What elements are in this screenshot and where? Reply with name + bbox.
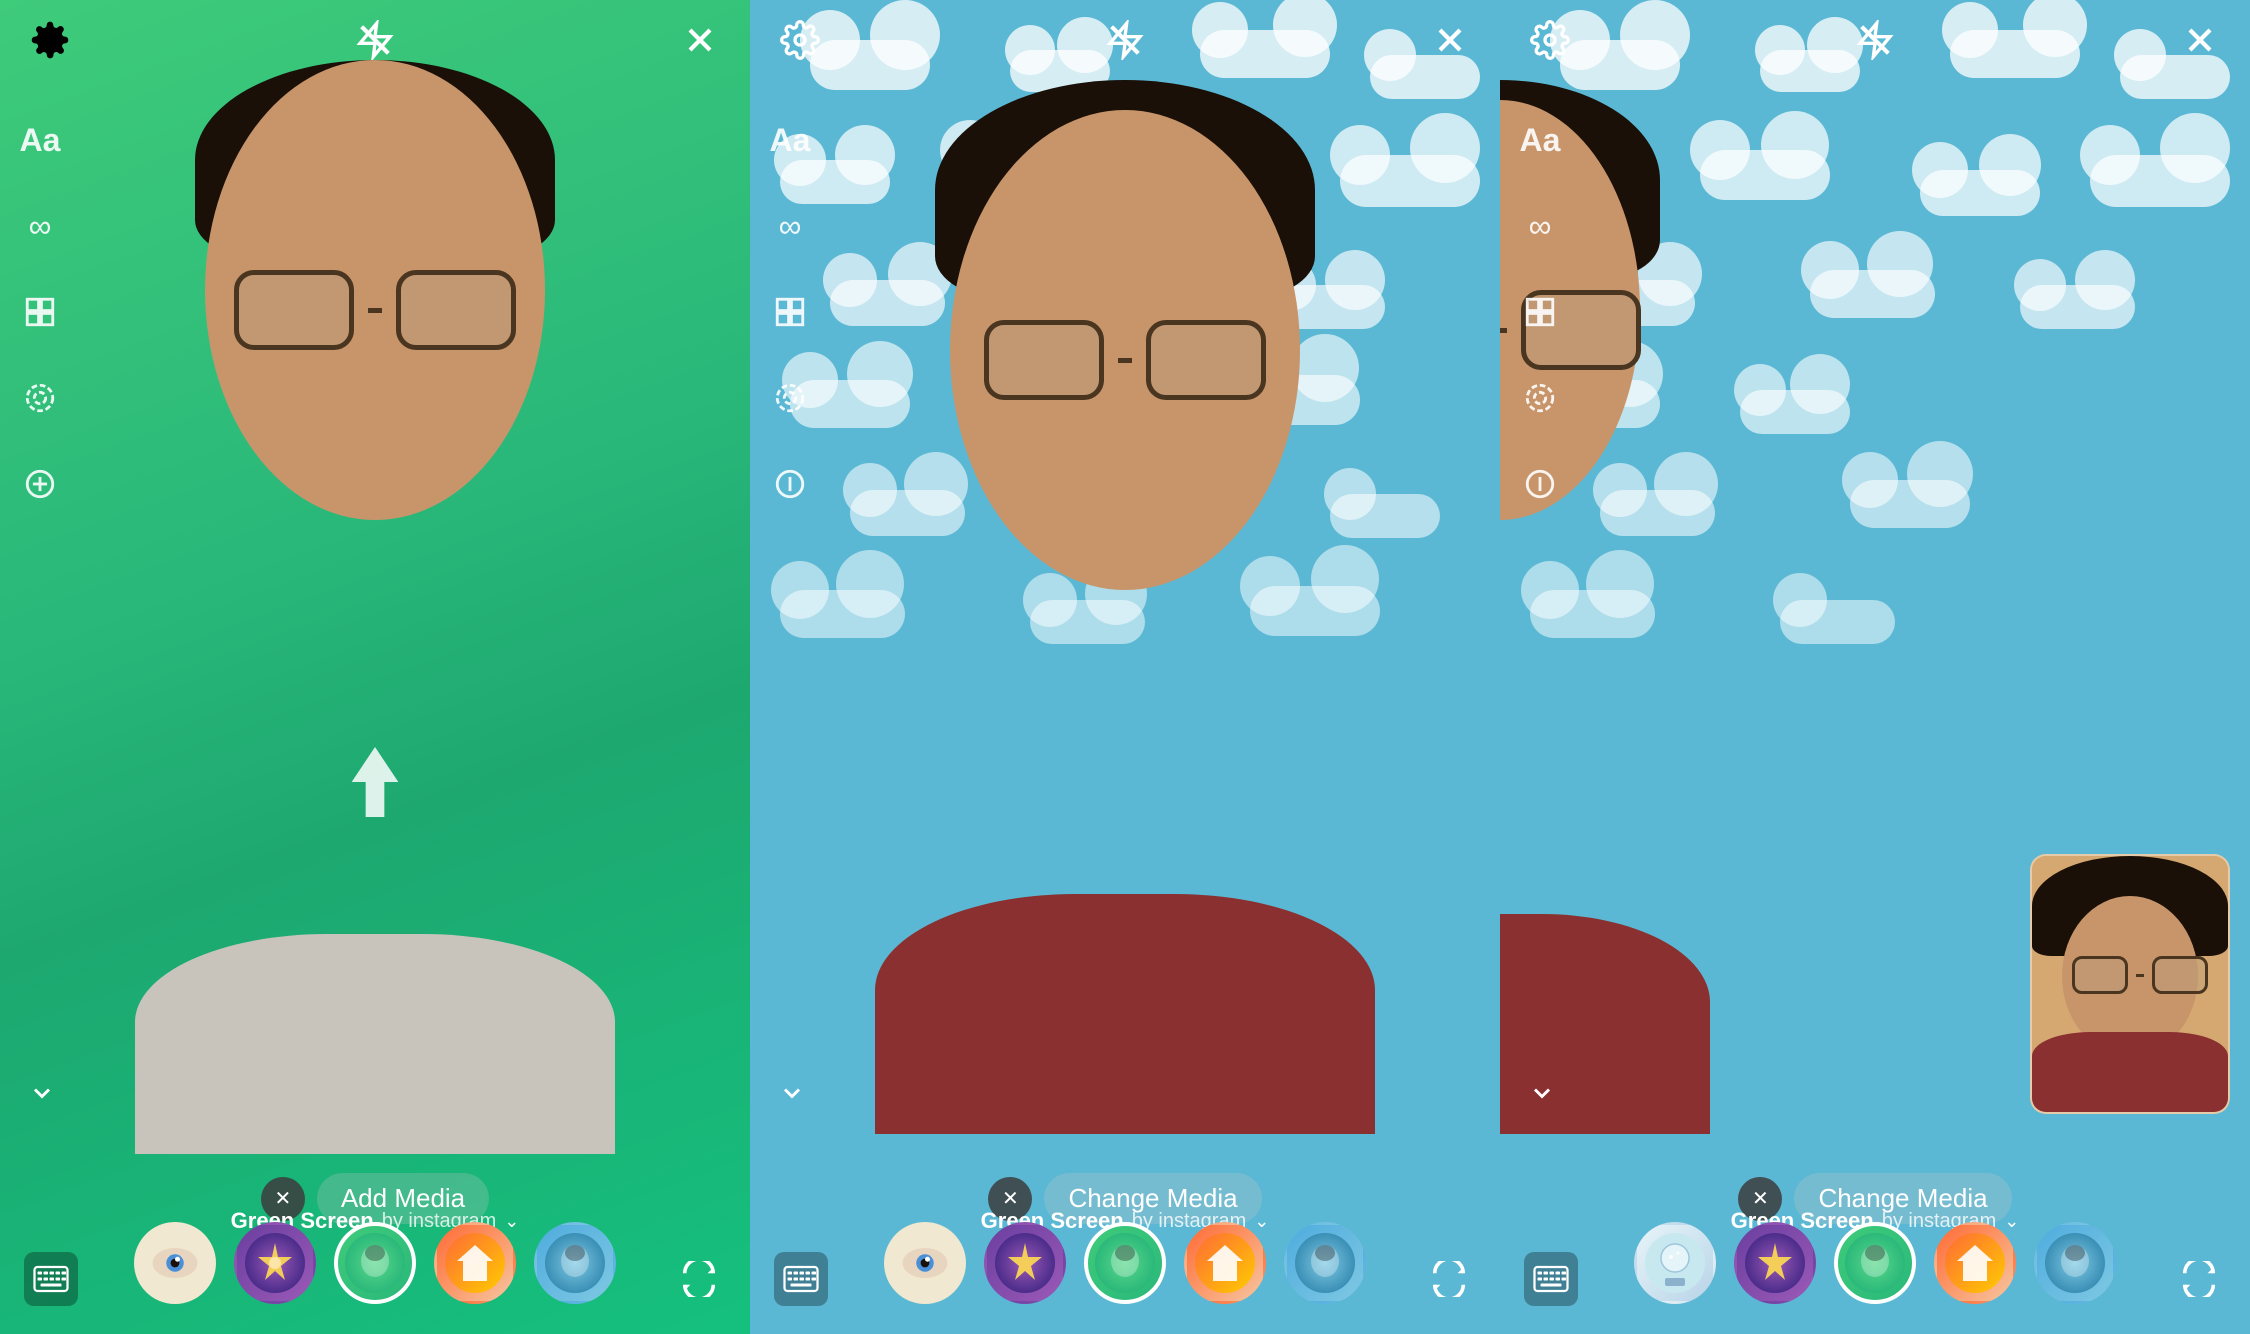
thumb-shirt-3 [2032, 1032, 2228, 1112]
thumb-face-3 [2032, 856, 2228, 1112]
thumb-glass-l-3 [2072, 956, 2128, 994]
sidebar-sticker-2[interactable] [770, 464, 810, 504]
person-area-2 [825, 80, 1425, 1134]
sidebar-sticker-1[interactable] [20, 464, 60, 504]
gear-icon-3[interactable] [1530, 20, 1570, 60]
glasses-2 [984, 320, 1266, 400]
thumb-glass-r-3 [2152, 956, 2208, 994]
sidebar-target-3[interactable] [1520, 378, 1560, 418]
person-area-1 [85, 60, 665, 1154]
sidebar-infinity-2[interactable]: ∞ [770, 206, 810, 246]
bottom-actions-1 [0, 1224, 750, 1334]
sidebar-sticker-3[interactable] [1520, 464, 1560, 504]
glass-left-1 [234, 270, 354, 350]
thumb-glasses-3 [2072, 956, 2208, 994]
top-bar-1 [0, 0, 750, 80]
sidebar-infinity-1[interactable]: ∞ [20, 206, 60, 246]
sidebar-infinity-3[interactable]: ∞ [1520, 206, 1560, 246]
glass-right-2 [1146, 320, 1266, 400]
flip-camera-icon-1[interactable] [672, 1252, 726, 1306]
glass-left-2 [984, 320, 1104, 400]
sidebar-layout-2[interactable] [770, 292, 810, 332]
sidebar-layout-3[interactable] [1520, 292, 1560, 332]
flip-camera-icon-2[interactable] [1422, 1252, 1476, 1306]
thumb-glass-bridge-3 [2136, 974, 2144, 977]
thumbnail-3 [2030, 854, 2230, 1114]
phone-panel-3: Aa ∞ ✕ Change Media Green Screen by inst… [1500, 0, 2250, 1334]
sidebar-text-icon-1[interactable]: Aa [20, 120, 60, 160]
chevron-down-2[interactable] [778, 1079, 806, 1114]
glass-bridge-2 [1118, 358, 1132, 363]
gear-icon-2[interactable] [780, 20, 820, 60]
glass-right-1 [396, 270, 516, 350]
left-sidebar-3: Aa ∞ [1520, 90, 1560, 1124]
gear-icon-1[interactable] [30, 20, 70, 60]
down-arrow-1 [350, 747, 400, 831]
keyboard-icon-2[interactable] [774, 1252, 828, 1306]
chevron-down-3[interactable] [1528, 1079, 1556, 1114]
shirt-2 [875, 894, 1375, 1134]
close-icon-2[interactable] [1430, 20, 1470, 60]
phone-panel-2: Aa ∞ ✕ Change Media Green Screen by inst… [750, 0, 1500, 1334]
close-icon-3[interactable] [2180, 20, 2220, 60]
flash-icon-2[interactable] [1105, 20, 1145, 60]
top-bar-2 [750, 0, 1500, 80]
flash-icon-3[interactable] [1855, 20, 1895, 60]
left-sidebar-2: Aa ∞ [770, 90, 810, 1124]
left-sidebar-1: Aa ∞ [20, 90, 60, 1124]
sidebar-target-2[interactable] [770, 378, 810, 418]
glass-bridge-3 [1500, 328, 1507, 333]
flip-camera-icon-3[interactable] [2172, 1252, 2226, 1306]
keyboard-icon-1[interactable] [24, 1252, 78, 1306]
keyboard-icon-3[interactable] [1524, 1252, 1578, 1306]
sidebar-text-icon-2[interactable]: Aa [770, 120, 810, 160]
sidebar-target-1[interactable] [20, 378, 60, 418]
glass-bridge-1 [368, 308, 382, 313]
sidebar-layout-1[interactable] [20, 292, 60, 332]
glasses-1 [234, 270, 516, 350]
shirt-1 [135, 934, 615, 1154]
flash-icon-1[interactable] [355, 20, 395, 60]
close-icon-1[interactable] [680, 20, 720, 60]
bottom-actions-2 [750, 1224, 1500, 1334]
chevron-down-1[interactable] [28, 1079, 56, 1114]
top-bar-3 [1500, 0, 2250, 80]
bottom-actions-3 [1500, 1224, 2250, 1334]
sidebar-text-icon-3[interactable]: Aa [1520, 120, 1560, 160]
phone-panel-1: Aa ∞ ✕ Add Media Green Screen by instagr… [0, 0, 750, 1334]
